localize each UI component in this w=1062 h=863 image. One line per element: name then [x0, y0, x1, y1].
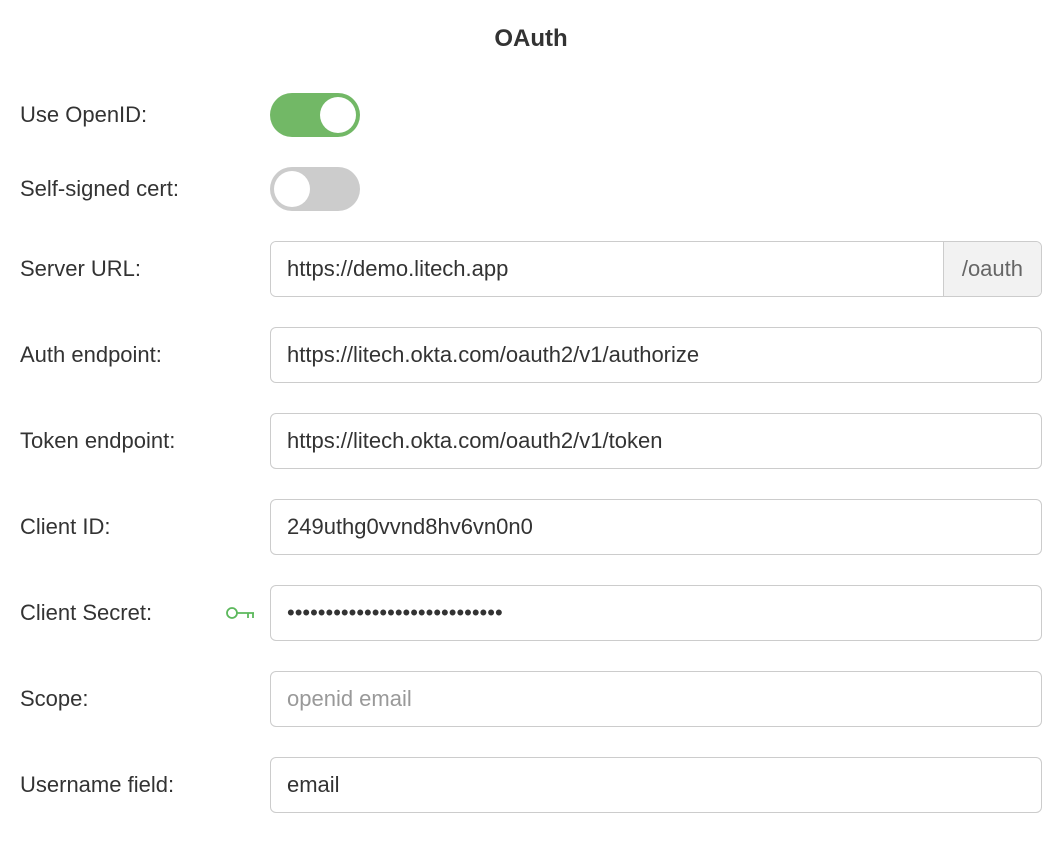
- scope-label: Scope:: [20, 686, 270, 712]
- auth-endpoint-row: Auth endpoint:: [20, 327, 1042, 383]
- scope-row: Scope:: [20, 671, 1042, 727]
- use-openid-label: Use OpenID:: [20, 102, 270, 128]
- username-field-row: Username field:: [20, 757, 1042, 813]
- username-field-input[interactable]: [270, 757, 1042, 813]
- client-secret-input[interactable]: [270, 585, 1042, 641]
- use-openid-toggle[interactable]: [270, 93, 360, 137]
- username-field-label: Username field:: [20, 772, 270, 798]
- token-endpoint-input[interactable]: [270, 413, 1042, 469]
- self-signed-row: Self-signed cert:: [20, 167, 1042, 211]
- token-endpoint-label: Token endpoint:: [20, 428, 270, 454]
- server-url-group: /oauth: [270, 241, 1042, 297]
- self-signed-label: Self-signed cert:: [20, 176, 270, 202]
- key-icon: [226, 604, 256, 622]
- server-url-label: Server URL:: [20, 256, 270, 282]
- use-openid-row: Use OpenID:: [20, 93, 1042, 137]
- server-url-row: Server URL: /oauth: [20, 241, 1042, 297]
- client-id-label: Client ID:: [20, 514, 270, 540]
- client-id-row: Client ID:: [20, 499, 1042, 555]
- page-title: OAuth: [20, 25, 1042, 53]
- auth-endpoint-label: Auth endpoint:: [20, 342, 270, 368]
- server-url-input[interactable]: [271, 242, 943, 296]
- scope-input[interactable]: [270, 671, 1042, 727]
- client-secret-label-text: Client Secret:: [20, 600, 152, 626]
- client-id-input[interactable]: [270, 499, 1042, 555]
- client-secret-label: Client Secret:: [20, 600, 270, 626]
- toggle-knob: [274, 171, 310, 207]
- self-signed-toggle[interactable]: [270, 167, 360, 211]
- toggle-knob: [320, 97, 356, 133]
- server-url-suffix: /oauth: [943, 242, 1041, 296]
- token-endpoint-row: Token endpoint:: [20, 413, 1042, 469]
- client-secret-row: Client Secret:: [20, 585, 1042, 641]
- auth-endpoint-input[interactable]: [270, 327, 1042, 383]
